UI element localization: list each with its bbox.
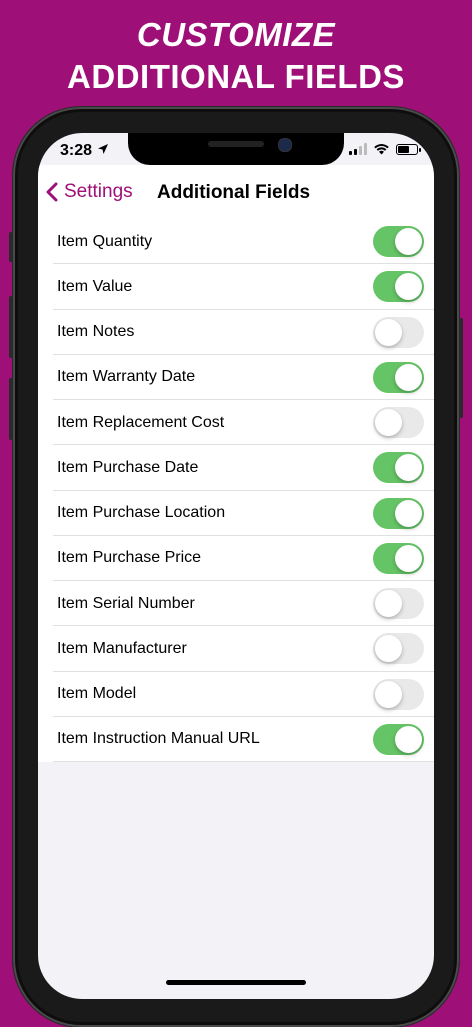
toggle-knob [375,635,402,663]
field-label: Item Value [57,277,133,295]
speaker-grille [208,141,264,147]
navigation-bar: Settings Additional Fields [38,165,434,219]
back-button[interactable]: Settings [46,181,133,203]
fields-list: Item Quantity Item Value Item Notes Item Wa… [38,219,434,763]
power-button [459,318,463,418]
field-label: Item Purchase Date [57,458,199,476]
home-indicator[interactable] [166,980,306,985]
field-label: Item Replacement Cost [57,413,225,431]
front-camera [278,138,292,152]
mute-switch [9,232,13,262]
field-label: Item Purchase Location [57,504,226,522]
phone-screen: 3:28 Settings Additional Fields Item Qua… [38,133,434,999]
list-item: Item Purchase Price [38,536,434,582]
list-item: Item Model [38,672,434,718]
status-icons [349,143,421,155]
field-toggle[interactable] [373,407,424,438]
list-item: Item Serial Number [38,581,434,627]
list-item: Item Value [38,264,434,310]
list-item: Item Quantity [38,219,434,265]
page-title: Additional Fields [157,182,311,203]
list-item: Item Manufacturer [38,626,434,672]
list-item: Item Replacement Cost [38,400,434,446]
toggle-knob [375,409,402,436]
field-label: Item Warranty Date [57,368,196,386]
chevron-left-icon [46,182,58,202]
list-item: Item Purchase Date [38,445,434,491]
toggle-knob [395,544,422,572]
toggle-knob [395,499,422,527]
toggle-knob [395,725,422,753]
volume-up-button [9,296,13,358]
promo-headline: CUSTOMIZE ADDITIONAL FIELDS [0,14,472,98]
toggle-knob [375,318,402,346]
field-label: Item Model [57,685,137,703]
headline-line-2: ADDITIONAL FIELDS [67,58,405,95]
notch [128,133,344,165]
list-item: Item Instruction Manual URL [38,717,434,763]
field-toggle[interactable] [373,271,424,303]
cellular-signal-icon [349,143,367,155]
field-toggle[interactable] [373,452,424,484]
field-toggle[interactable] [373,588,424,619]
field-toggle[interactable] [373,226,424,257]
toggle-knob [395,454,422,482]
toggle-knob [395,363,422,391]
battery-icon [396,143,421,155]
field-toggle[interactable] [373,361,424,393]
list-item: Item Notes [38,310,434,356]
volume-down-button [9,378,13,440]
wifi-icon [374,144,389,155]
field-label: Item Quantity [57,232,153,250]
field-label: Item Instruction Manual URL [57,730,260,748]
list-item: Item Purchase Location [38,491,434,537]
status-time: 3:28 [60,142,109,160]
toggle-knob [375,590,402,617]
field-label: Item Serial Number [57,594,195,612]
list-item: Item Warranty Date [38,355,434,401]
field-label: Item Manufacturer [57,639,187,657]
toggle-knob [375,680,402,708]
toggle-knob [395,273,422,301]
field-label: Item Notes [57,323,135,341]
back-button-label: Settings [64,181,133,202]
field-toggle[interactable] [373,542,424,574]
status-time-text: 3:28 [60,142,93,159]
field-toggle[interactable] [373,678,424,710]
field-toggle[interactable] [373,316,424,348]
headline-line-1: CUSTOMIZE [136,16,336,53]
location-arrow-icon [98,144,109,154]
field-toggle[interactable] [373,633,424,665]
field-label: Item Purchase Price [57,549,202,567]
toggle-knob [395,228,422,255]
field-toggle[interactable] [373,723,424,755]
field-toggle[interactable] [373,497,424,529]
